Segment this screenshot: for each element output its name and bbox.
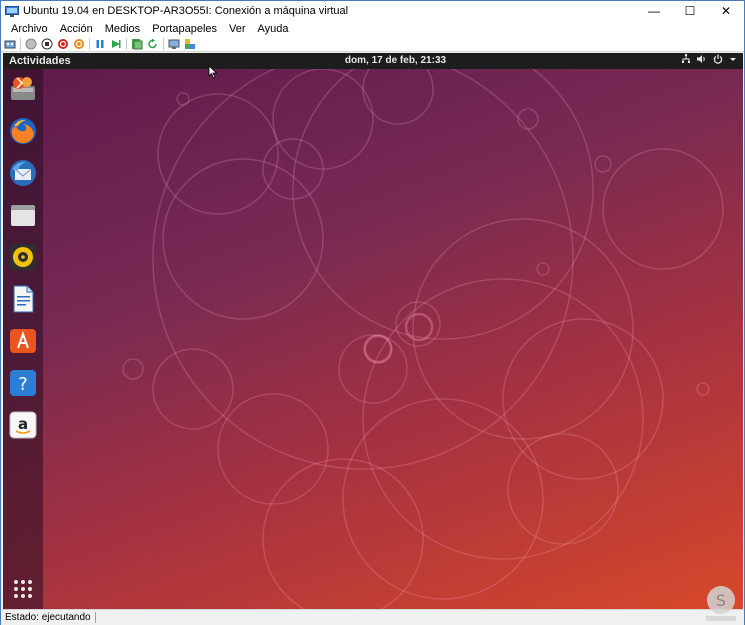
vm-connection-icon <box>5 5 19 17</box>
share-icon[interactable] <box>184 38 196 50</box>
ubuntu-software-icon[interactable] <box>7 325 39 357</box>
power-icon[interactable] <box>713 54 723 67</box>
chevron-down-icon[interactable] <box>729 54 737 67</box>
volume-icon[interactable] <box>697 54 707 67</box>
maximize-button[interactable]: ☐ <box>672 1 708 21</box>
firefox-icon[interactable] <box>7 115 39 147</box>
clock[interactable]: dom, 17 de feb, 21:33 <box>3 55 743 66</box>
wallpaper-graphic <box>122 69 724 609</box>
system-tray[interactable] <box>681 54 737 67</box>
enhanced-session-icon[interactable] <box>168 38 180 50</box>
menu-ver[interactable]: Ver <box>223 23 252 35</box>
toolbar <box>1 36 744 52</box>
reset-icon[interactable] <box>110 38 122 50</box>
software-updater-icon[interactable] <box>7 73 39 105</box>
svg-text:a: a <box>18 415 28 433</box>
start-icon[interactable] <box>25 38 37 50</box>
status-bar: Estado: ejecutando <box>1 609 744 625</box>
close-button[interactable]: ✕ <box>708 1 744 21</box>
toolbar-divider <box>126 37 127 50</box>
rhythmbox-icon[interactable] <box>7 241 39 273</box>
menu-bar: Archivo Acción Medios Portapapeles Ver A… <box>1 21 744 36</box>
amazon-icon[interactable]: a <box>7 409 39 441</box>
files-icon[interactable] <box>7 199 39 231</box>
toolbar-divider <box>89 37 90 50</box>
shutdown-icon[interactable] <box>57 38 69 50</box>
ubuntu-dock: ? a <box>3 69 43 609</box>
menu-ayuda[interactable]: Ayuda <box>252 23 295 35</box>
show-applications-icon[interactable] <box>7 573 39 605</box>
help-icon[interactable]: ? <box>7 367 39 399</box>
menu-medios[interactable]: Medios <box>99 23 146 35</box>
status-text: Estado: ejecutando <box>5 612 96 623</box>
thunderbird-icon[interactable] <box>7 157 39 189</box>
network-icon[interactable] <box>681 54 691 67</box>
turn-off-icon[interactable] <box>41 38 53 50</box>
svg-text:?: ? <box>18 374 28 395</box>
menu-archivo[interactable]: Archivo <box>5 23 54 35</box>
watermark-logo: S <box>706 586 736 621</box>
gnome-top-bar: Actividades dom, 17 de feb, 21:33 <box>3 53 743 69</box>
ctrl-alt-del-icon[interactable] <box>4 38 16 50</box>
mouse-cursor-icon <box>208 65 218 79</box>
toolbar-divider <box>163 37 164 50</box>
minimize-button[interactable]: — <box>636 1 672 21</box>
revert-icon[interactable] <box>147 38 159 50</box>
checkpoint-icon[interactable] <box>131 38 143 50</box>
title-bar[interactable]: Ubuntu 19.04 en DESKTOP-AR3O55I: Conexió… <box>1 1 744 21</box>
window-title: Ubuntu 19.04 en DESKTOP-AR3O55I: Conexió… <box>23 5 349 17</box>
menu-portapapeles[interactable]: Portapapeles <box>146 23 223 35</box>
pause-icon[interactable] <box>94 38 106 50</box>
vm-connection-window: Ubuntu 19.04 en DESKTOP-AR3O55I: Conexió… <box>0 0 745 625</box>
svg-text:S: S <box>716 591 726 610</box>
save-icon[interactable] <box>73 38 85 50</box>
vm-screen[interactable]: Actividades dom, 17 de feb, 21:33 ? a <box>3 53 743 609</box>
toolbar-divider <box>20 37 21 50</box>
menu-accion[interactable]: Acción <box>54 23 99 35</box>
libreoffice-writer-icon[interactable] <box>7 283 39 315</box>
